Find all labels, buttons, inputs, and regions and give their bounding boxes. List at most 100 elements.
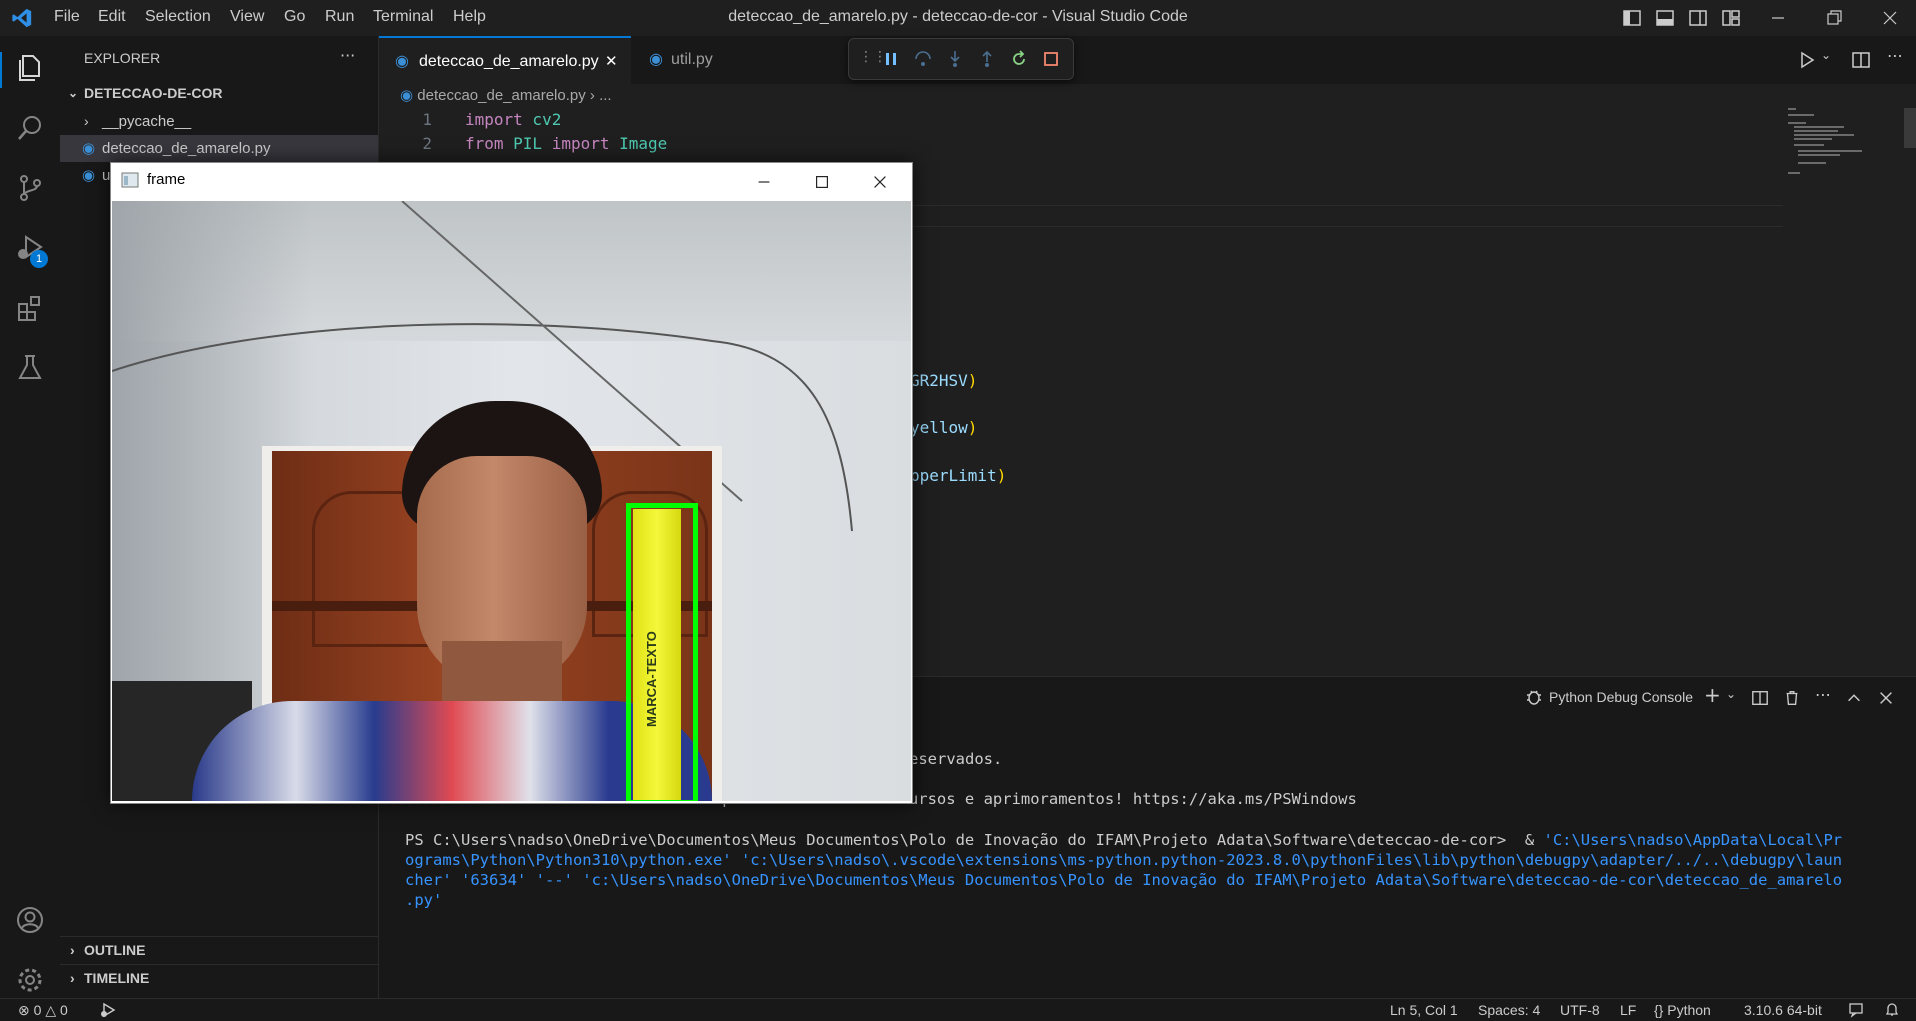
editor-scrollbar[interactable]	[1904, 108, 1916, 148]
kill-terminal-trash-icon[interactable]	[1783, 689, 1801, 707]
python-file-icon: ◉	[395, 53, 409, 70]
python-file-icon: ◉	[82, 140, 96, 157]
outline-label: OUTLINE	[84, 942, 146, 958]
encoding[interactable]: UTF-8	[1560, 1002, 1600, 1018]
opencv-frame-window[interactable]: frame MARCA-TEXTO	[110, 162, 913, 804]
code-identifier: Image	[609, 134, 668, 153]
terminal-dropdown-icon[interactable]: ⌄	[1726, 687, 1736, 701]
timeline-section[interactable]: › TIMELINE	[60, 964, 378, 992]
run-python-file-icon[interactable]	[1797, 50, 1817, 70]
code-line-2[interactable]: from PIL import Image	[465, 134, 667, 153]
code-fragment[interactable]: GR2HSV)	[910, 371, 977, 390]
active-indicator	[0, 52, 2, 88]
restart-icon[interactable]	[1009, 49, 1029, 69]
status-bar: ⊗ 0 △ 0 Ln 5, Col 1 Spaces: 4 UTF-8 LF {…	[0, 998, 1916, 1021]
extensions-icon[interactable]	[14, 292, 46, 324]
code-fragment[interactable]: yellow)	[910, 418, 977, 437]
minimize-icon[interactable]	[1768, 8, 1788, 28]
pause-icon[interactable]	[881, 49, 901, 69]
notifications-bell-icon[interactable]	[1884, 1002, 1900, 1018]
source-control-icon[interactable]	[14, 172, 46, 204]
python-file-icon: ◉	[649, 51, 663, 68]
new-terminal-icon[interactable]: +	[1704, 683, 1721, 707]
warning-triangle-icon: △	[45, 1002, 57, 1018]
code-paren: )	[967, 418, 978, 437]
folder-root-label: DETECCAO-DE-COR	[84, 85, 223, 101]
tab-deteccao[interactable]: ◉ deteccao_de_amarelo.py ✕	[379, 36, 631, 84]
search-icon[interactable]	[14, 112, 46, 144]
outline-section[interactable]: › OUTLINE	[60, 936, 378, 964]
python-interpreter[interactable]: 3.10.6 64-bit	[1744, 1002, 1822, 1018]
step-over-icon[interactable]	[913, 49, 933, 69]
chevron-down-icon: ⌄	[68, 86, 79, 100]
accounts-icon[interactable]	[14, 904, 46, 936]
close-panel-icon[interactable]	[1877, 689, 1895, 707]
chevron-right-icon: ›	[70, 942, 75, 958]
frame-window-icon	[121, 172, 139, 188]
sticky-divider	[908, 226, 1783, 227]
cursor-position[interactable]: Ln 5, Col 1	[1390, 1002, 1458, 1018]
toggle-primary-sidebar-icon[interactable]	[1622, 8, 1642, 28]
code-keyword: import	[542, 134, 610, 153]
debug-status-icon[interactable]	[100, 1002, 118, 1018]
terminal-command-line[interactable]: PS C:\Users\nadso\OneDrive\Documentos\Me…	[405, 831, 1842, 849]
detection-bounding-box	[626, 503, 698, 801]
explorer-more-button[interactable]: ···	[340, 46, 355, 65]
debug-toolbar: ⋮⋮	[848, 38, 1074, 80]
line-number: 2	[422, 134, 432, 153]
indentation[interactable]: Spaces: 4	[1478, 1002, 1540, 1018]
timeline-label: TIMELINE	[84, 970, 150, 986]
frame-maximize-icon[interactable]	[813, 173, 831, 191]
breadcrumb-separator: ›	[589, 87, 595, 104]
language-mode[interactable]: {} Python	[1654, 1002, 1711, 1018]
line-ending[interactable]: LF	[1620, 1002, 1636, 1018]
tree-item-deteccao[interactable]: ◉ deteccao_de_amarelo.py	[60, 135, 378, 162]
tab-label: util.py	[671, 51, 713, 68]
code-line-1[interactable]: import cv2	[465, 110, 561, 129]
testing-icon[interactable]	[14, 352, 46, 384]
run-dropdown-chevron-icon[interactable]: ⌄	[1821, 48, 1831, 62]
stop-icon[interactable]	[1041, 49, 1061, 69]
debug-console-bug-icon	[1527, 690, 1541, 705]
toggle-secondary-sidebar-icon[interactable]	[1688, 8, 1708, 28]
customize-layout-icon[interactable]	[1721, 8, 1741, 28]
maximize-panel-chevron-up-icon[interactable]	[1845, 689, 1863, 707]
language-label: Python	[1667, 1002, 1711, 1018]
feedback-icon[interactable]	[1848, 1002, 1866, 1018]
step-out-icon[interactable]	[977, 49, 997, 69]
terminal-name[interactable]: Python Debug Console	[1549, 689, 1693, 705]
tree-item-pycache[interactable]: › __pycache__	[60, 108, 378, 135]
tab-close-icon[interactable]: ✕	[605, 38, 618, 86]
toggle-panel-icon[interactable]	[1655, 8, 1675, 28]
line-number: 1	[422, 110, 432, 129]
errors-count: 0	[33, 1002, 42, 1018]
more-actions-icon[interactable]: ⋯	[1887, 46, 1903, 65]
restore-icon[interactable]	[1824, 8, 1844, 28]
close-window-icon[interactable]	[1880, 8, 1900, 28]
errors-status[interactable]: ⊗ 0 △ 0	[18, 1002, 68, 1019]
python-file-icon: ◉	[400, 87, 414, 104]
tab-label: deteccao_de_amarelo.py	[419, 53, 599, 70]
folder-root[interactable]: ⌄ DETECCAO-DE-COR	[60, 80, 378, 107]
error-circle-icon: ⊗	[18, 1002, 30, 1018]
terminal-more-icon[interactable]: ⋯	[1815, 685, 1831, 704]
frame-window-title: frame	[147, 171, 186, 188]
step-into-icon[interactable]	[945, 49, 965, 69]
manage-gear-icon[interactable]	[14, 964, 46, 996]
code-fragment[interactable]: pperLimit)	[910, 466, 1006, 485]
split-terminal-icon[interactable]	[1751, 689, 1769, 707]
minimap[interactable]	[1788, 108, 1898, 288]
terminal-prompt: PS C:\Users\nadso\OneDrive\Documentos\Me…	[405, 831, 1544, 849]
tab-util[interactable]: ◉ util.py	[633, 36, 753, 84]
explorer-title: EXPLORER	[84, 50, 161, 66]
breadcrumb[interactable]: ◉ deteccao_de_amarelo.py › ...	[400, 86, 612, 104]
terminal-command-wrap: ograms\Python\Python310\python.exe' 'c:\…	[405, 851, 1843, 869]
frame-minimize-icon[interactable]	[755, 173, 773, 191]
code-module: cv2	[522, 110, 562, 129]
breadcrumb-rest[interactable]: ...	[599, 87, 612, 104]
webcam-image: MARCA-TEXTO	[112, 201, 911, 801]
explorer-icon[interactable]	[14, 52, 46, 84]
breadcrumb-file[interactable]: deteccao_de_amarelo.py	[417, 87, 585, 104]
split-editor-icon[interactable]	[1851, 50, 1871, 70]
frame-close-icon[interactable]	[871, 173, 889, 191]
